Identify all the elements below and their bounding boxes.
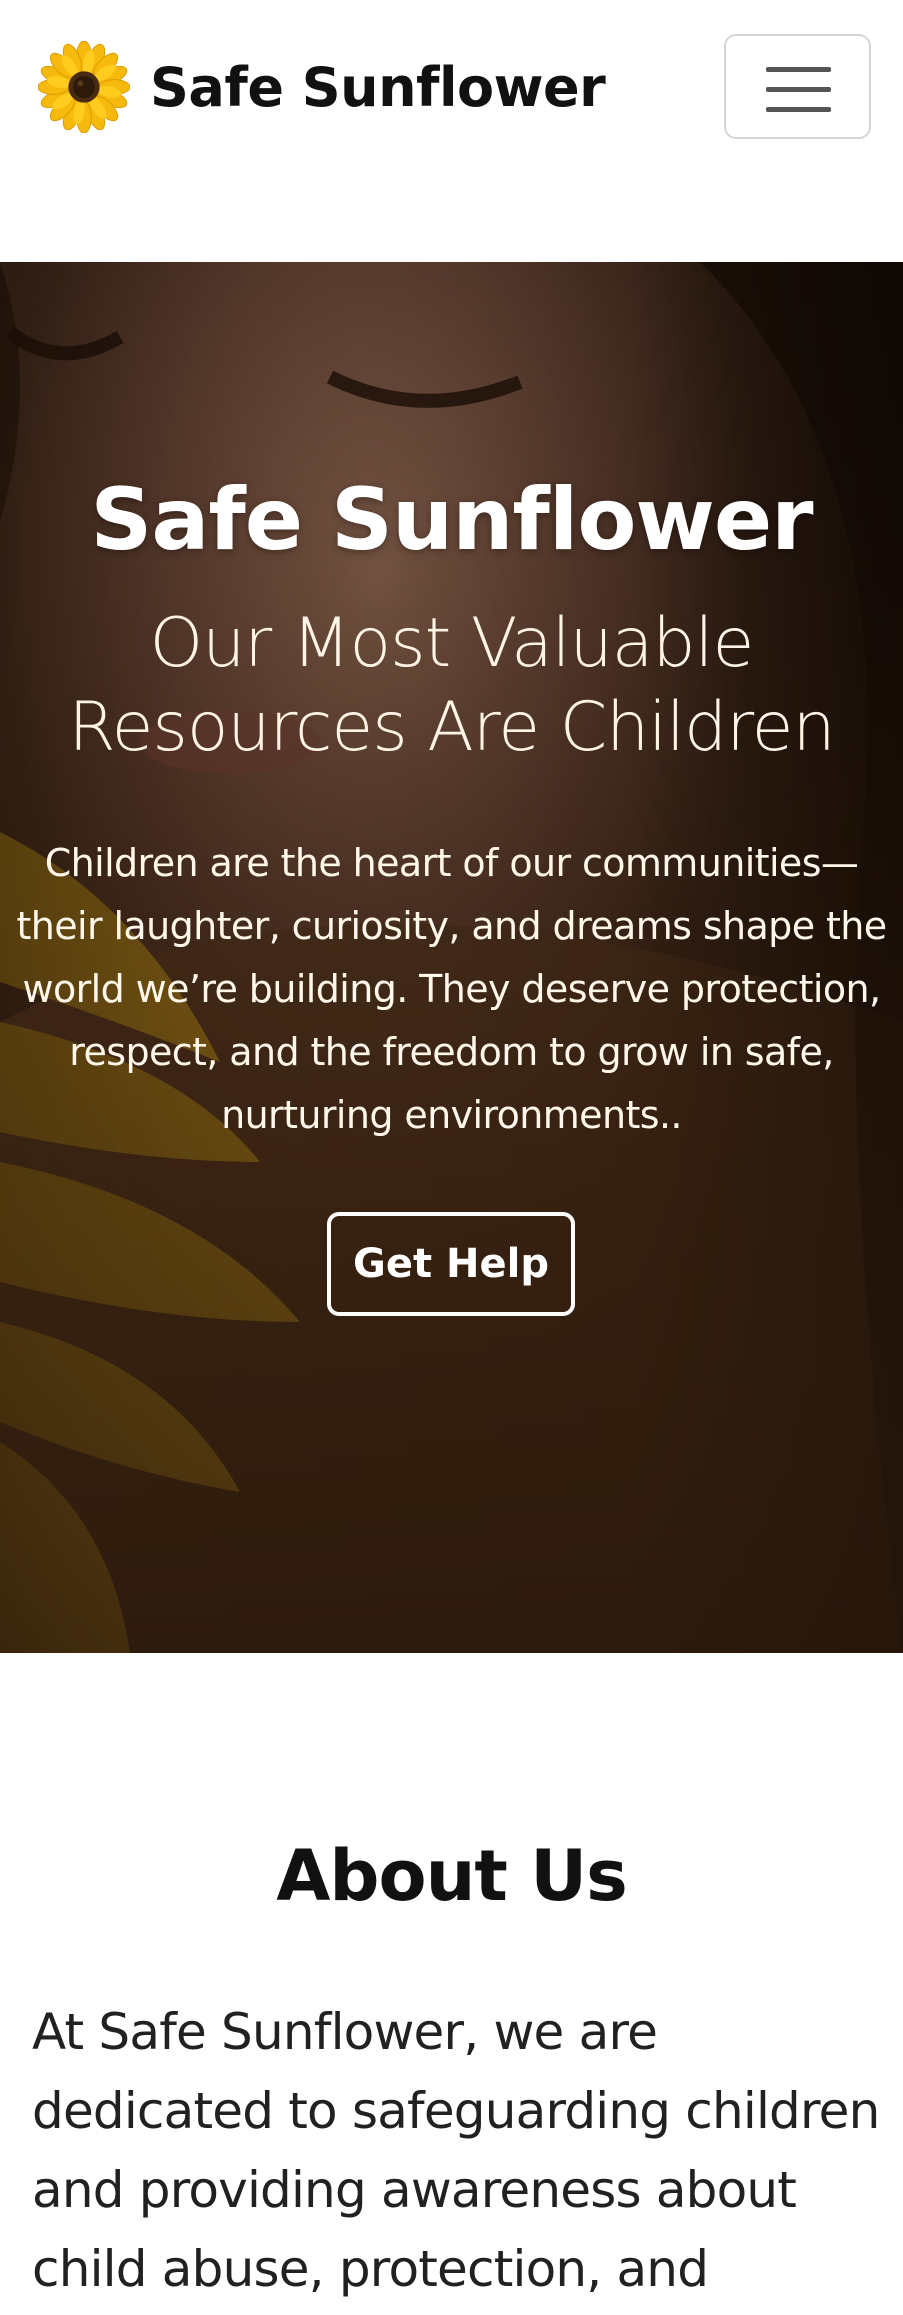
hero-title: Safe Sunflower: [90, 470, 813, 570]
hero-subtitle: Our Most Valuable Resources Are Children: [68, 604, 835, 767]
brand-name: Safe Sunflower: [150, 55, 606, 119]
hamburger-menu-icon: [766, 67, 831, 72]
get-help-button[interactable]: Get Help: [327, 1212, 575, 1316]
hero-section: Safe Sunflower Our Most Valuable Resourc…: [0, 262, 903, 1653]
brand-link[interactable]: Safe Sunflower: [38, 40, 606, 134]
about-description: At Safe Sunflower, we are dedicated to s…: [32, 2003, 880, 2298]
hero-description: Children are the heart of our communitie…: [16, 841, 887, 1137]
about-title: About Us: [276, 1835, 628, 1917]
hamburger-line: [766, 87, 831, 92]
hamburger-line: [766, 107, 831, 112]
about-section: About Us At Safe Sunflower, we are dedic…: [0, 1653, 903, 2315]
navbar: Safe Sunflower: [0, 0, 903, 262]
sunflower-icon: [38, 41, 130, 133]
hamburger-menu-button[interactable]: [724, 34, 871, 139]
